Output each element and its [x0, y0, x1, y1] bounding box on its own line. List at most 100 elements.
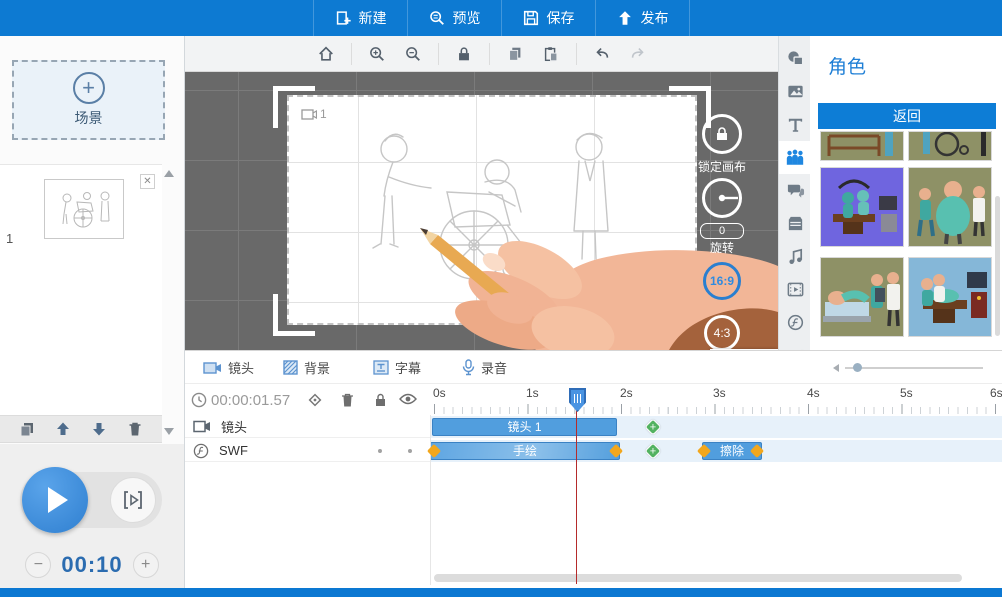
- preview-icon: [428, 9, 446, 27]
- scenes-scroll-down-icon[interactable]: [164, 428, 174, 435]
- canvas-workspace[interactable]: 1: [185, 72, 778, 350]
- ruler-tick-2s: 2s: [620, 386, 633, 400]
- tab-flash[interactable]: [779, 306, 811, 339]
- camera-bracket-bottom-left: [273, 294, 315, 336]
- camera-add-keyframe-button[interactable]: +: [645, 419, 662, 436]
- paste-icon[interactable]: [542, 45, 560, 63]
- scene-close-button[interactable]: ✕: [140, 174, 155, 189]
- timeline-horizontal-scrollbar[interactable]: [434, 574, 962, 582]
- new-button[interactable]: 新建: [313, 0, 407, 36]
- timeline-tabs: 镜头 背景 字幕 录音: [185, 351, 1002, 384]
- rotation-value[interactable]: 0: [700, 223, 744, 239]
- character-thumbnail-xray-diagnosis[interactable]: [820, 257, 904, 337]
- duration-decrease-button[interactable]: −: [25, 552, 51, 578]
- character-thumbnail-overweight-patient[interactable]: [908, 167, 992, 247]
- undo-icon[interactable]: [593, 45, 611, 63]
- tab-images[interactable]: [779, 75, 811, 108]
- speech-bubbles-icon: [786, 181, 805, 200]
- zoom-slider-track[interactable]: [845, 367, 983, 369]
- ratio-16-9-button[interactable]: 16:9: [703, 262, 741, 300]
- swf-clip-draw[interactable]: 手绘: [430, 442, 620, 460]
- camera-bracket-top-left: [273, 86, 315, 128]
- publish-button[interactable]: 发布: [595, 0, 690, 36]
- zoom-out-icon[interactable]: [404, 45, 422, 63]
- camera-track-lane[interactable]: 镜头 1 +: [430, 416, 1002, 438]
- rotate-dial[interactable]: [702, 178, 742, 218]
- scenes-scroll-up-icon[interactable]: [164, 170, 174, 177]
- current-time: 00:00:01.57: [211, 392, 290, 409]
- tab-subtitle[interactable]: 字幕: [373, 351, 421, 384]
- ruler-tick-1s: 1s: [526, 386, 539, 400]
- shapes-icon: [786, 49, 805, 68]
- camera-clip-1[interactable]: 镜头 1: [432, 418, 617, 436]
- scene-thumbnail[interactable]: [44, 179, 124, 239]
- character-thumbnail-wheelchair[interactable]: [908, 131, 992, 161]
- lock-objects-icon[interactable]: [455, 45, 473, 63]
- copy-icon[interactable]: [506, 45, 524, 63]
- delete-scene-icon[interactable]: [127, 421, 143, 437]
- tab-background[interactable]: 背景: [283, 351, 330, 384]
- lock-canvas-label: 锁定画布: [687, 158, 757, 175]
- tab-props[interactable]: [779, 207, 811, 240]
- save-button[interactable]: 保存: [501, 0, 595, 36]
- clock-icon: [191, 392, 207, 408]
- characters-scrollbar[interactable]: [995, 196, 1000, 336]
- ratio-4-3-button[interactable]: 4:3: [704, 315, 740, 350]
- scene-list: 1 ✕: [0, 164, 162, 415]
- swf-track-header[interactable]: SWF: [185, 440, 430, 462]
- character-thumbnail-hospital-bed[interactable]: [820, 131, 904, 161]
- save-icon: [522, 9, 540, 27]
- swf-option-dot-2[interactable]: [408, 449, 412, 453]
- new-file-icon: [334, 9, 352, 27]
- character-thumbnail-operating-room[interactable]: [908, 257, 992, 337]
- zoom-in-icon[interactable]: [368, 45, 386, 63]
- redo-icon[interactable]: [629, 45, 647, 63]
- preview-button[interactable]: 预览: [407, 0, 501, 36]
- home-icon[interactable]: [317, 45, 335, 63]
- timeline-ruler[interactable]: 0s 1s 2s 3s 4s 5s 6s: [430, 384, 1002, 415]
- move-scene-down-icon[interactable]: [91, 421, 107, 437]
- swf-track-row: SWF 手绘 + 擦除: [185, 440, 1002, 462]
- tab-camera[interactable]: 镜头: [203, 351, 254, 384]
- move-scene-up-icon[interactable]: [55, 421, 71, 437]
- camera-track-header[interactable]: 镜头: [185, 416, 430, 438]
- lock-canvas-button[interactable]: [702, 114, 742, 154]
- play-button[interactable]: [22, 467, 88, 533]
- canvas-area: 1: [185, 36, 778, 350]
- camera-tab-icon: [203, 361, 222, 375]
- keyframe-icon[interactable]: [307, 392, 323, 408]
- add-scene-button[interactable]: + 场景: [12, 60, 165, 140]
- tab-record[interactable]: 录音: [462, 351, 507, 384]
- ruler-tick-3s: 3s: [713, 386, 726, 400]
- scene-duration-control: − 00:10 +: [14, 548, 170, 582]
- zoom-slider-thumb[interactable]: [853, 363, 862, 372]
- zoom-slider-left-icon[interactable]: [833, 364, 839, 372]
- tab-video[interactable]: [779, 273, 811, 306]
- ruler-tick-4s: 4s: [807, 386, 820, 400]
- video-icon: [786, 280, 805, 299]
- lock-icon: [714, 126, 730, 142]
- character-thumbnail-surgery[interactable]: [820, 167, 904, 247]
- tab-characters[interactable]: [779, 141, 811, 174]
- microphone-tab-icon: [462, 359, 475, 376]
- lock-track-icon[interactable]: [373, 392, 388, 408]
- tab-shapes[interactable]: [779, 42, 811, 75]
- visibility-icon[interactable]: [399, 392, 417, 406]
- tab-text[interactable]: [779, 108, 811, 141]
- tab-dialog[interactable]: [779, 174, 811, 207]
- back-button[interactable]: 返回: [818, 103, 996, 129]
- swf-option-dot-1[interactable]: [378, 449, 382, 453]
- duration-increase-button[interactable]: +: [133, 552, 159, 578]
- swf-add-keyframe-button[interactable]: +: [645, 443, 662, 460]
- play-icon: [48, 487, 68, 513]
- delete-clip-icon[interactable]: [340, 392, 355, 408]
- ruler-tick-5s: 5s: [900, 386, 913, 400]
- duplicate-scene-icon[interactable]: [19, 421, 35, 437]
- timeline-divider: [430, 415, 431, 585]
- player-area: − 00:10 +: [0, 444, 184, 588]
- swf-track-name: SWF: [219, 443, 248, 458]
- tab-music[interactable]: [779, 240, 811, 273]
- animation-editor-window: 新建 预览 保存 发布 + 场景 1: [0, 0, 1002, 597]
- play-from-current-button[interactable]: [110, 477, 156, 523]
- swf-track-lane[interactable]: 手绘 + 擦除: [430, 440, 1002, 462]
